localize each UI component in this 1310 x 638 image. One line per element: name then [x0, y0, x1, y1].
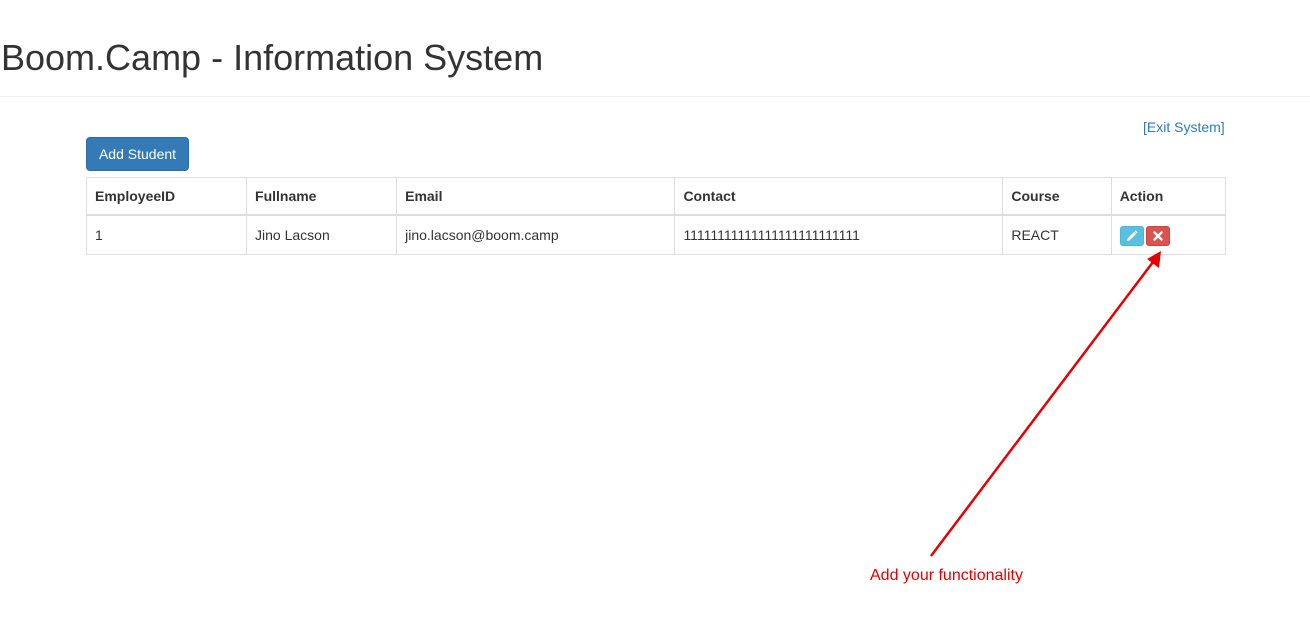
times-icon [1152, 230, 1163, 241]
students-table: EmployeeID Fullname Email Contact Course… [85, 177, 1227, 255]
cell-course: REACT [1002, 214, 1112, 255]
column-header-fullname: Fullname [246, 177, 398, 216]
column-header-contact: Contact [674, 177, 1004, 216]
cell-action [1110, 214, 1227, 255]
arrow-line [930, 261, 1154, 557]
cell-employeeid: 1 [85, 214, 248, 255]
cell-contact: 11111111111111111111111111 [674, 214, 1004, 255]
table-header-row: EmployeeID Fullname Email Contact Course… [85, 177, 1227, 216]
add-student-button[interactable]: Add Student [86, 137, 189, 171]
table-row: 1 Jino Lacson jino.lacson@boom.camp 1111… [85, 214, 1227, 255]
cell-email: jino.lacson@boom.camp [396, 214, 676, 255]
annotation-text: Add your functionality [870, 567, 1023, 584]
exit-system-link[interactable]: [Exit System] [1143, 118, 1225, 136]
delete-button[interactable] [1145, 225, 1170, 246]
cell-fullname: Jino Lacson [246, 214, 398, 255]
page-title: Boom.Camp - Information System [1, 37, 544, 78]
edit-button[interactable] [1119, 225, 1144, 246]
pencil-icon [1126, 230, 1138, 241]
column-header-email: Email [396, 177, 676, 216]
column-header-course: Course [1002, 177, 1112, 216]
page-header: Boom.Camp - Information System [0, 0, 1310, 97]
column-header-employeeid: EmployeeID [85, 177, 248, 216]
column-header-action: Action [1110, 177, 1227, 216]
